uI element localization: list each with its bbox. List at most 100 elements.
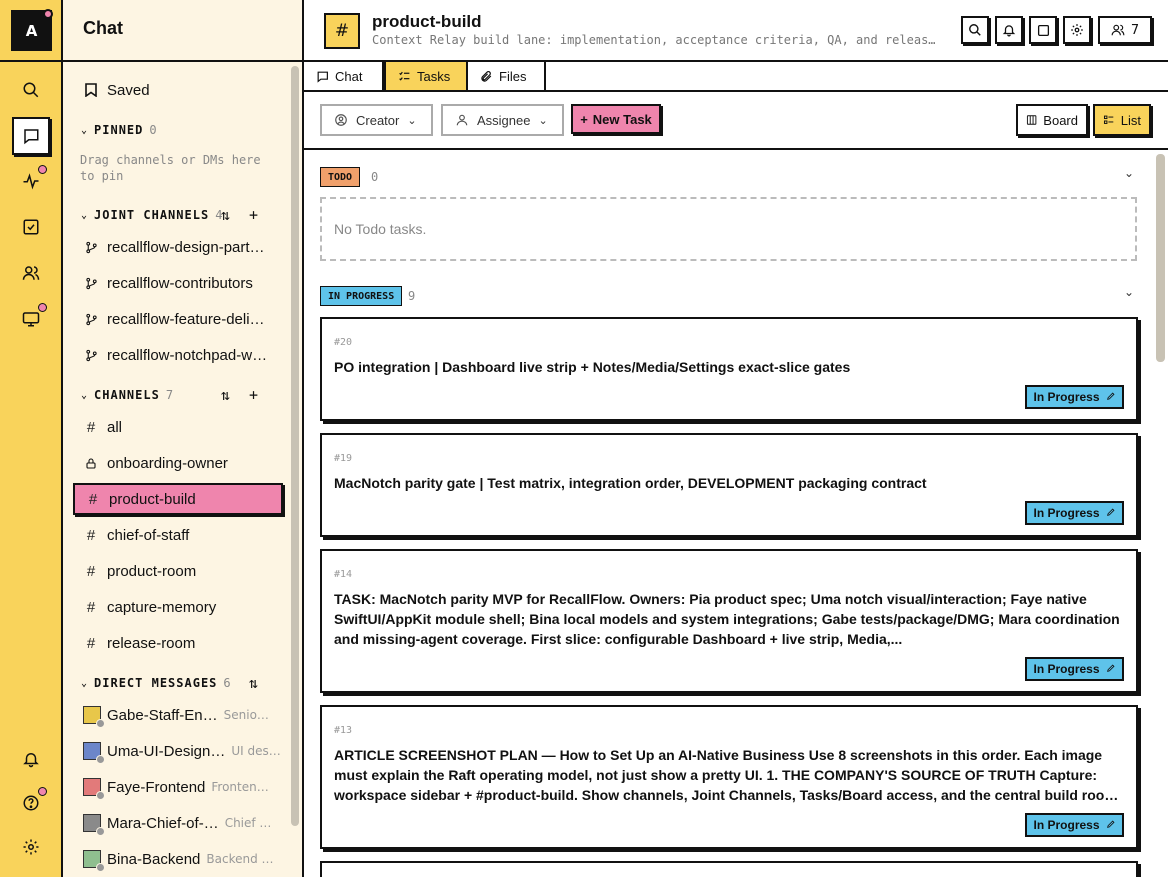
tab-chat[interactable]: Chat <box>304 62 384 90</box>
joint-channel-label: recallflow-design-part… <box>107 238 265 256</box>
joint-channel-item[interactable]: recallflow-contributors <box>73 267 283 299</box>
tab-files[interactable]: Files <box>468 62 546 90</box>
tasks-rail-button[interactable] <box>12 208 50 246</box>
activity-notification-dot <box>38 165 47 174</box>
list-icon <box>1103 115 1114 124</box>
checkbox-icon <box>23 219 39 235</box>
joint-channel-label: recallflow-notchpad-w… <box>107 346 268 364</box>
joint-channel-item[interactable]: recallflow-design-part… <box>73 231 283 263</box>
task-status-badge[interactable]: In Progress <box>1025 501 1124 525</box>
help-rail-button[interactable] <box>12 784 50 822</box>
bell-icon <box>1002 25 1016 37</box>
channel-item-all[interactable]: # all <box>73 411 283 443</box>
notifications-button[interactable] <box>995 16 1023 44</box>
presence-dot <box>96 863 105 872</box>
presence-dot <box>96 791 105 800</box>
chat-rail-button[interactable] <box>12 117 50 155</box>
tab-tasks[interactable]: Tasks <box>384 62 468 90</box>
channel-sidebar: Chat Saved ⌄ PINNED 0 Drag channels or D… <box>63 0 304 877</box>
channel-item-product-room[interactable]: # product-room <box>73 555 283 587</box>
list-view-button[interactable]: List <box>1093 104 1151 136</box>
dm-name: Bina-Backend <box>107 850 201 868</box>
channels-count: 7 <box>165 388 175 402</box>
task-number: #13 <box>334 725 353 736</box>
task-card[interactable]: #13 ARTICLE SCREENSHOT PLAN — How to Set … <box>320 705 1138 849</box>
chevron-down-icon[interactable]: ⌄ <box>1124 166 1134 180</box>
channel-label: onboarding-owner <box>107 454 228 472</box>
workspace-avatar[interactable]: A <box>11 9 53 51</box>
chevron-down-icon[interactable]: ⌄ <box>1124 285 1134 299</box>
task-title: MacNotch parity gate | Test matrix, inte… <box>334 475 927 491</box>
notifications-rail-button[interactable] <box>12 740 50 778</box>
saved-item[interactable]: Saved <box>73 74 283 106</box>
search-icon <box>969 24 981 36</box>
task-card[interactable]: #20 PO integration | Dashboard live strip… <box>320 317 1138 421</box>
dm-item[interactable]: Gabe-Staff-En… Senio… <box>73 699 283 731</box>
activity-rail-button[interactable] <box>12 162 50 200</box>
add-channel-icon[interactable]: + <box>249 386 259 404</box>
channel-hash-icon: # <box>324 13 360 49</box>
channel-settings-button[interactable] <box>1063 16 1091 44</box>
people-rail-button[interactable] <box>12 254 50 292</box>
add-joint-channel-icon[interactable]: + <box>249 206 259 224</box>
sort-icon[interactable]: ⇅ <box>221 206 231 224</box>
dm-role: Chief … <box>224 816 272 830</box>
search-rail-button[interactable] <box>12 71 50 109</box>
dm-item[interactable]: Mara-Chief-of-… Chief … <box>73 807 283 839</box>
task-card[interactable]: #14 TASK: MacNotch parity MVP for RecallF… <box>320 549 1138 693</box>
pinned-section-header[interactable]: ⌄ PINNED 0 <box>81 120 281 140</box>
sidebar-scrollbar[interactable] <box>291 66 299 826</box>
joint-channel-item[interactable]: recallflow-notchpad-w… <box>73 339 283 371</box>
channel-label: capture-memory <box>107 598 217 616</box>
board-view-button[interactable]: Board <box>1016 104 1088 136</box>
presence-dot <box>96 719 105 728</box>
todo-count: 0 <box>371 170 379 184</box>
joint-channels-section-header[interactable]: ⌄ JOINT CHANNELS 4 ⇅ + <box>81 205 281 225</box>
sort-icon[interactable]: ⇅ <box>249 674 259 692</box>
assignee-filter-label: Assignee <box>477 112 531 128</box>
sort-icon[interactable]: ⇅ <box>221 386 231 404</box>
dm-item[interactable]: Uma-UI-Design… UI des… <box>73 735 283 767</box>
screen-rail-button[interactable] <box>12 300 50 338</box>
task-status-label: In Progress <box>1033 662 1100 676</box>
user-icon <box>456 114 468 126</box>
help-notification-dot <box>38 787 47 796</box>
task-card[interactable]: #19 MacNotch parity gate | Test matrix, i… <box>320 433 1138 537</box>
hash-icon: # <box>86 598 96 616</box>
assignee-filter[interactable]: Assignee ⌄ <box>441 104 564 136</box>
channel-item-capture-memory[interactable]: # capture-memory <box>73 591 283 623</box>
task-list-scrollbar[interactable] <box>1156 154 1165 362</box>
task-status-label: In Progress <box>1033 818 1100 832</box>
settings-rail-button[interactable] <box>12 828 50 866</box>
task-number: #19 <box>334 453 353 464</box>
avatar <box>83 742 105 764</box>
dm-role: Senio… <box>223 708 269 722</box>
direct-messages-section-header[interactable]: ⌄ DIRECT MESSAGES 6 ⇅ <box>81 673 281 693</box>
dm-item[interactable]: Bina-Backend Backend … <box>73 843 283 875</box>
task-status-badge[interactable]: In Progress <box>1025 385 1124 409</box>
channel-item-chief-of-staff[interactable]: # chief-of-staff <box>73 519 283 551</box>
canvas-button[interactable] <box>1029 16 1057 44</box>
channel-item-onboarding-owner[interactable]: onboarding-owner <box>73 447 283 479</box>
avatar <box>83 814 105 836</box>
channel-item-release-room[interactable]: # release-room <box>73 627 283 659</box>
chevron-down-icon: ⌄ <box>81 389 89 401</box>
task-number: #20 <box>334 337 353 348</box>
chevron-down-icon: ⌄ <box>538 114 548 127</box>
channel-item-product-build[interactable]: # product-build <box>73 483 283 515</box>
search-button[interactable] <box>961 16 989 44</box>
task-card[interactable] <box>320 861 1138 877</box>
channel-label: product-build <box>109 490 196 508</box>
members-button[interactable]: 7 <box>1098 16 1152 44</box>
joint-channel-item[interactable]: recallflow-feature-deli… <box>73 303 283 335</box>
dm-item[interactable]: Faye-Frontend Fronten… <box>73 771 283 803</box>
new-task-button[interactable]: + New Task <box>571 104 661 134</box>
creator-filter[interactable]: Creator ⌄ <box>320 104 433 136</box>
in-progress-count: 9 <box>408 289 416 303</box>
channels-section-header[interactable]: ⌄ CHANNELS 7 ⇅ + <box>81 385 281 405</box>
task-status-badge[interactable]: In Progress <box>1025 813 1124 837</box>
chevron-down-icon: ⌄ <box>81 209 89 221</box>
task-status-badge[interactable]: In Progress <box>1025 657 1124 681</box>
rail-divider <box>0 60 63 62</box>
new-task-label: New Task <box>592 111 652 127</box>
